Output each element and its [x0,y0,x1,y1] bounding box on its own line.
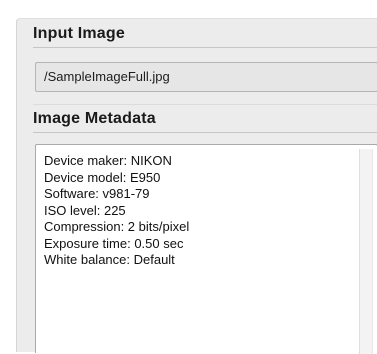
metadata-heading-divider [33,132,377,133]
input-heading-divider [33,47,377,48]
metadata-lines: Device maker: NIKON Device model: E950 S… [44,153,189,269]
metadata-line-device-model: Device model: E950 [44,169,161,185]
metadata-line-iso-level: ISO level: 225 [44,202,126,218]
metadata-scrollbar[interactable] [359,149,373,354]
metadata-line-exposure-time: Exposure time: 0.50 sec [44,235,184,251]
metadata-line-device-maker: Device maker: NIKON [44,153,172,168]
section-separator [33,104,377,105]
image-info-panel: Input Image /SampleImageFull.jpg Image M… [16,18,377,354]
metadata-line-software: Software: v981-79 [44,186,150,201]
input-image-heading: Input Image [33,25,125,42]
metadata-line-white-balance: White balance: Default [44,252,175,267]
image-metadata-heading: Image Metadata [33,110,156,127]
image-path-field[interactable]: /SampleImageFull.jpg [35,62,377,92]
metadata-text-area[interactable]: Device maker: NIKON Device model: E950 S… [35,144,377,354]
metadata-line-compression: Compression: 2 bits/pixel [44,219,190,234]
